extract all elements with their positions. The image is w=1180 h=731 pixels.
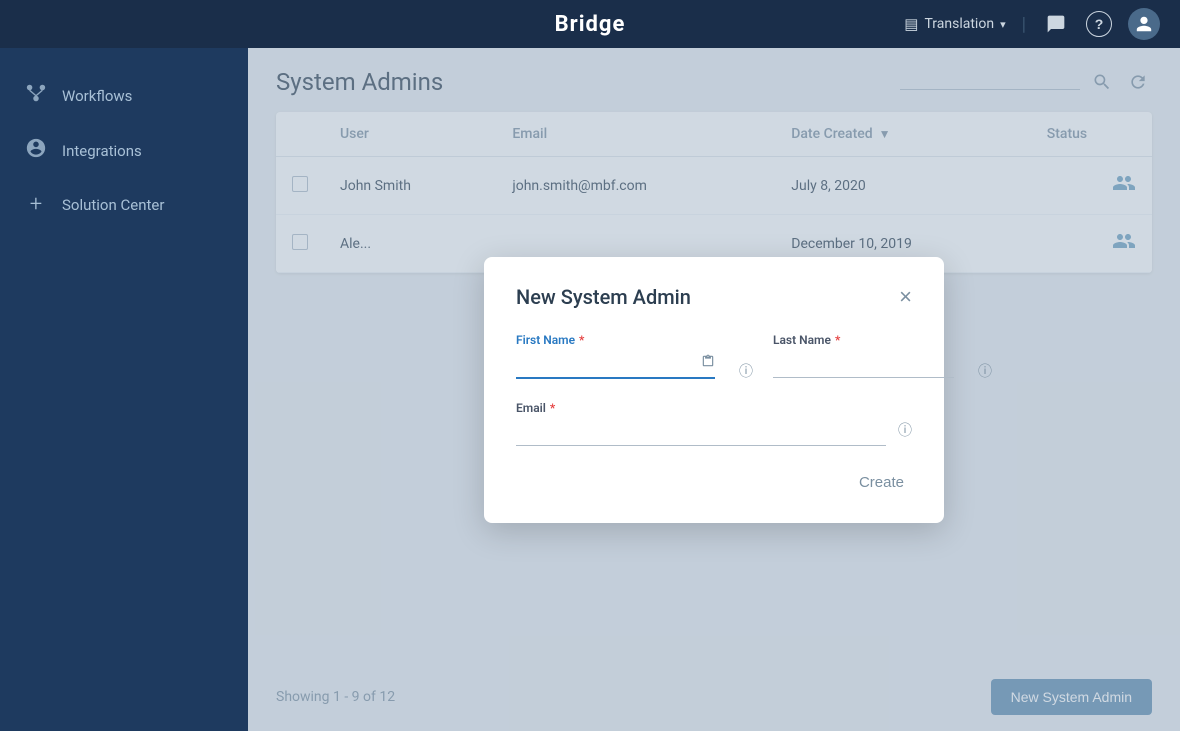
modal-overlay: New System Admin × First Name * [248,48,1180,731]
email-group: Email * [516,401,886,446]
chat-button[interactable] [1042,10,1070,38]
first-name-input[interactable] [516,353,697,373]
modal-header: New System Admin × [516,285,912,309]
last-name-label: Last Name * [773,333,954,347]
last-name-input[interactable] [773,353,954,373]
help-button[interactable]: ? [1086,11,1112,37]
translation-window-icon: ▤ [904,15,918,33]
first-name-help-icon[interactable]: ⓘ [739,361,753,381]
integrations-label: Integrations [62,142,142,160]
first-name-input-wrapper [516,353,715,379]
email-input[interactable] [516,421,886,441]
sidebar-item-solution-center[interactable]: + Solution Center [0,178,248,231]
translation-menu[interactable]: ▤ Translation ▾ [904,15,1005,33]
modal-title: New System Admin [516,285,691,309]
create-button[interactable]: Create [851,470,912,495]
modal-footer: Create [516,470,912,495]
last-name-input-wrapper [773,353,954,378]
email-required: * [550,401,555,415]
first-name-group: First Name * [516,333,715,381]
header-title: Bridge [555,12,626,37]
email-form-row: Email * ⓘ [516,401,912,446]
email-help-icon[interactable]: ⓘ [898,420,912,440]
first-name-required: * [579,333,584,347]
workflows-label: Workflows [62,87,132,105]
solution-center-label: Solution Center [62,196,164,214]
name-form-row: First Name * ⓘ [516,333,912,381]
modal-close-button[interactable]: × [899,286,912,308]
main-layout: Workflows Integrations + Solution Center… [0,48,1180,731]
sidebar: Workflows Integrations + Solution Center [0,48,248,731]
sidebar-item-workflows[interactable]: Workflows [0,68,248,123]
email-input-wrapper [516,421,886,446]
content-area: System Admins Us [248,48,1180,731]
header-right: ▤ Translation ▾ | ? [904,8,1160,40]
app-header: Bridge ▤ Translation ▾ | ? [0,0,1180,48]
workflows-icon [24,82,48,109]
translation-chevron-icon: ▾ [1000,18,1006,31]
user-avatar[interactable] [1128,8,1160,40]
email-label: Email * [516,401,886,415]
clipboard-icon [701,354,715,372]
last-name-help-icon[interactable]: ⓘ [978,361,992,381]
last-name-required: * [835,333,840,347]
last-name-group: Last Name * [773,333,954,381]
solution-center-icon: + [24,192,48,217]
translation-label: Translation [924,16,994,32]
first-name-label: First Name * [516,333,715,347]
integrations-icon [24,137,48,164]
new-admin-modal: New System Admin × First Name * [484,257,944,523]
sidebar-item-integrations[interactable]: Integrations [0,123,248,178]
